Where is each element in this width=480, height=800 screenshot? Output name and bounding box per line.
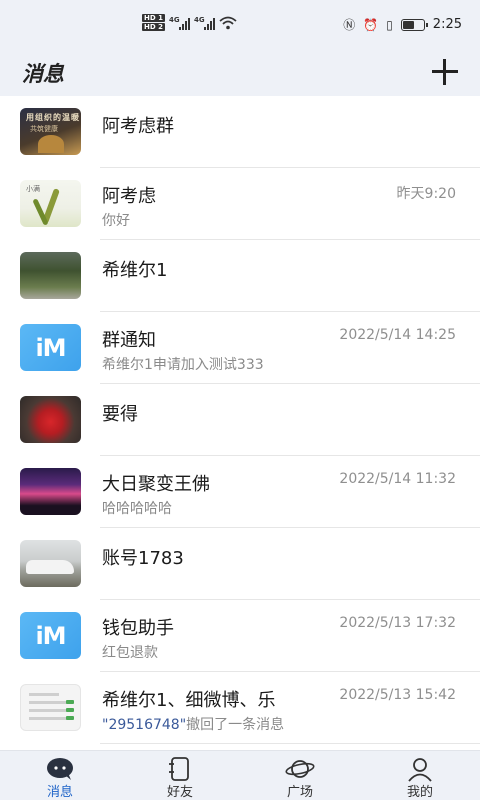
user-avatar <box>20 540 81 587</box>
conversation-time: 2022/5/13 17:32 <box>339 615 456 631</box>
conversation-item[interactable]: 希维尔1 <box>0 240 480 312</box>
tab-label: 广场 <box>286 785 313 800</box>
user-avatar <box>20 252 81 299</box>
group-avatar: 用组织的温暖 共筑健康 <box>20 108 81 155</box>
wifi-icon <box>219 16 237 29</box>
conversation-name: 钱包助手 <box>102 618 174 639</box>
conversation-item[interactable]: 希维尔1、细微博、乐 2022/5/13 15:42 "29516748"撤回了… <box>0 672 480 744</box>
status-bar: HD 1 HD 2 4G 4G Ⓝ ⏰ ▯ 2:25 <box>0 0 480 52</box>
user-avatar <box>20 396 81 443</box>
im-logo-avatar: iM <box>20 612 81 659</box>
conversation-preview: 哈哈哈哈哈 <box>102 501 172 517</box>
planet-icon <box>285 760 315 778</box>
contacts-book-icon <box>169 757 189 781</box>
alarm-icon: ⏰ <box>363 17 379 32</box>
tab-square[interactable]: 广场 <box>240 751 360 800</box>
conversation-preview: "29516748"撤回了一条消息 <box>102 714 284 734</box>
system-indicators: Ⓝ ⏰ ▯ 2:25 <box>343 16 462 33</box>
hd2-badge: HD 2 <box>142 23 165 31</box>
tab-friends[interactable]: 好友 <box>120 751 240 800</box>
conversation-name: 希维尔1、细微博、乐 <box>102 690 276 711</box>
conversation-time: 2022/5/14 11:32 <box>339 471 456 487</box>
conversation-time: 2022/5/14 14:25 <box>339 327 456 343</box>
app-header: 消息 <box>0 52 480 96</box>
user-avatar: 小满 <box>20 180 81 227</box>
conversation-time: 2022/5/13 15:42 <box>339 687 456 703</box>
signal-2-icon: 4G <box>194 16 215 30</box>
conversation-item[interactable]: iM 钱包助手 2022/5/13 17:32 红包退款 <box>0 600 480 672</box>
conversation-preview: 你好 <box>102 213 130 229</box>
clock: 2:25 <box>432 17 462 32</box>
network-indicators: HD 1 HD 2 4G 4G <box>142 14 237 31</box>
tab-label: 消息 <box>46 785 73 800</box>
conversation-name: 要得 <box>102 404 138 425</box>
conversation-item[interactable]: 大日聚变王佛 2022/5/14 11:32 哈哈哈哈哈 <box>0 456 480 528</box>
conversation-time: 昨天9:20 <box>396 186 456 202</box>
battery-icon <box>400 18 428 31</box>
hd1-badge: HD 1 <box>142 14 165 22</box>
conversation-name: 希维尔1 <box>102 260 168 281</box>
bottom-tab-bar: 消息 好友 广场 我的 <box>0 750 480 800</box>
tab-messages[interactable]: 消息 <box>0 751 120 800</box>
conversation-name: 群通知 <box>102 330 156 351</box>
group-avatar <box>20 684 81 731</box>
page-title: 消息 <box>22 62 64 86</box>
tab-profile[interactable]: 我的 <box>360 751 480 800</box>
recalled-user-id: "29516748" <box>102 717 187 733</box>
tab-label: 好友 <box>166 785 193 800</box>
conversation-item[interactable]: 小满 阿考虑 昨天9:20 你好 <box>0 168 480 240</box>
message-bubble-icon <box>47 758 73 780</box>
conversation-name: 阿考虑 <box>102 186 156 207</box>
user-avatar <box>20 468 81 515</box>
conversation-item[interactable]: 要得 <box>0 384 480 456</box>
conversation-item[interactable]: 用组织的温暖 共筑健康 阿考虑群 <box>0 96 480 168</box>
conversation-name: 大日聚变王佛 <box>102 474 210 495</box>
signal-1-icon: 4G <box>169 16 190 30</box>
conversation-item[interactable]: iM 群通知 2022/5/14 14:25 希维尔1申请加入测试333 <box>0 312 480 384</box>
conversation-list[interactable]: 用组织的温暖 共筑健康 阿考虑群 小满 阿考虑 昨天9:20 你好 希维尔1 iM… <box>0 96 480 750</box>
conversation-preview: 红包退款 <box>102 645 158 661</box>
recall-notice: 撤回了一条消息 <box>186 717 285 733</box>
im-logo-avatar: iM <box>20 324 81 371</box>
conversation-item[interactable]: 账号1783 <box>0 528 480 600</box>
add-button[interactable] <box>430 57 460 87</box>
conversation-name: 阿考虑群 <box>102 116 174 137</box>
conversation-name: 账号1783 <box>102 548 184 569</box>
nfc-icon: Ⓝ <box>343 18 356 32</box>
hd-badges: HD 1 HD 2 <box>142 14 165 31</box>
profile-icon <box>408 758 432 782</box>
tab-label: 我的 <box>406 785 433 800</box>
conversation-preview: 希维尔1申请加入测试333 <box>102 357 264 373</box>
vibrate-icon: ▯ <box>386 17 393 32</box>
